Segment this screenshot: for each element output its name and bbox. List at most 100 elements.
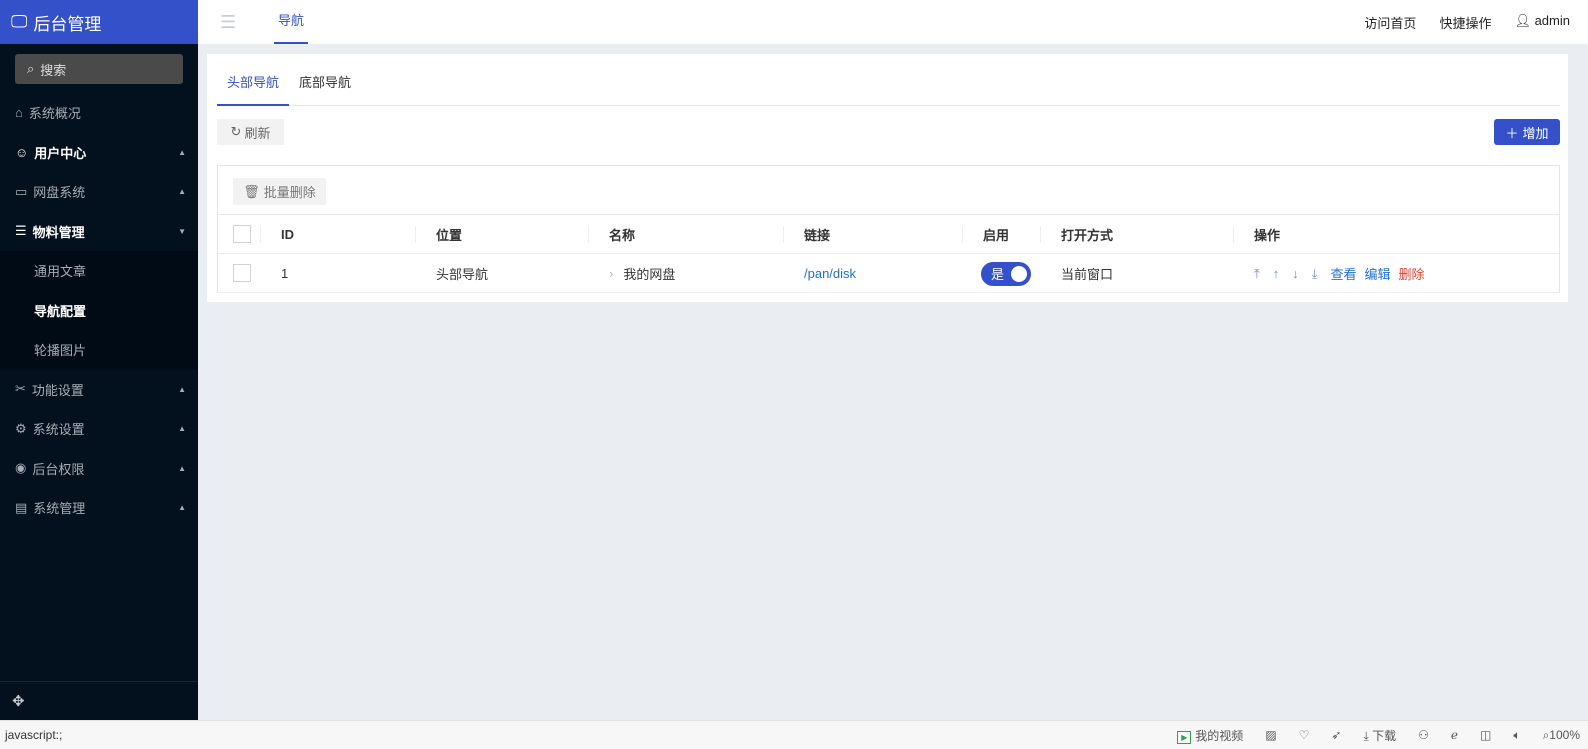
caret-up-icon: ▲ <box>178 503 186 513</box>
sidebar-item-users[interactable]: ☺ 用户中心 ▲ <box>0 133 198 173</box>
caret-down-icon: ▼ <box>178 226 186 236</box>
user-icon: 👤︎ <box>1514 12 1535 28</box>
download-icon: ⤓ <box>1363 728 1373 743</box>
ie-icon[interactable]: ℯ <box>1451 728 1458 742</box>
header-position[interactable]: 位置 <box>416 215 462 254</box>
sidebar-item-settings[interactable]: ⚙ 系统设置 ▲ <box>0 409 198 449</box>
tab-header-nav[interactable]: 头部导航 <box>217 66 290 106</box>
header-id[interactable]: ID <box>261 215 294 254</box>
image-icon[interactable]: ▨ <box>1265 728 1276 742</box>
tab-footer-nav[interactable]: 底部导航 <box>289 66 361 106</box>
header-link[interactable]: 链接 <box>784 215 830 254</box>
row-checkbox[interactable] <box>233 264 251 282</box>
users-icon: ☺ <box>15 144 29 160</box>
quick-actions-link[interactable]: 快捷操作 <box>1439 13 1491 32</box>
monitor-icon: 🖵 <box>11 12 28 31</box>
label: 物料管理 <box>32 224 85 240</box>
caret-up-icon: ▲ <box>178 147 186 157</box>
status-url: javascript:; <box>5 728 63 742</box>
sidebar-item-materials[interactable]: ☰ 物料管理 ▼ <box>0 212 198 252</box>
plus-icon: ＋ <box>1505 125 1519 141</box>
cell-position: 头部导航 <box>436 267 489 282</box>
table-header: ID 位置 名称 链接 启用 打开方式 操作 <box>218 215 1559 254</box>
move-up-icon[interactable]: ↑ <box>1273 266 1280 281</box>
cell-id: 1 <box>281 266 289 281</box>
move-bottom-icon[interactable]: ⤓ <box>1312 266 1318 282</box>
sidebar-item-features[interactable]: ✂ 功能设置 ▲ <box>0 370 198 410</box>
caret-up-icon: ▲ <box>178 463 186 473</box>
table-row: 1 头部导航 › 我的网盘 /pan/disk 是 当前窗口 ⤒ ↑ ↓ ⤓ 查看… <box>218 254 1559 293</box>
header-open-mode[interactable]: 打开方式 <box>1041 215 1113 254</box>
header-enabled[interactable]: 启用 <box>963 215 1009 254</box>
refresh-button[interactable]: ↻ 刷新 <box>217 119 284 145</box>
label: 我的视频 <box>1195 728 1244 743</box>
caret-up-icon: ▲ <box>178 187 186 197</box>
header-name[interactable]: 名称 <box>589 215 635 254</box>
label: 轮播图片 <box>34 343 87 359</box>
select-all-checkbox[interactable] <box>233 225 251 243</box>
label: 刷新 <box>244 125 271 141</box>
batch-delete-button[interactable]: 🗑︎ 批量删除 <box>233 178 326 205</box>
move-top-icon[interactable]: ⤒ <box>1254 266 1260 282</box>
search-input[interactable]: ⌕ 搜索 <box>15 54 183 84</box>
sidebar-subitem-carousel[interactable]: 轮播图片 <box>0 330 198 370</box>
app-logo[interactable]: 🖵 后台管理 <box>0 0 198 44</box>
header-actions: 操作 <box>1254 228 1281 243</box>
label: 下载 <box>1372 728 1397 743</box>
label: 功能设置 <box>31 382 84 398</box>
user-menu[interactable]: 👤︎ admin <box>1514 13 1570 32</box>
delete-button[interactable]: 删除 <box>1399 264 1425 283</box>
nav-table: 🗑︎ 批量删除 ID 位置 名称 链接 启用 打开方式 操作 1 头部导航 › 我的… <box>217 165 1560 293</box>
sidebar-subitem-nav-config[interactable]: 导航配置 <box>0 291 198 331</box>
heart-icon[interactable]: ♡ <box>1299 728 1310 742</box>
label: 用户中心 <box>34 145 87 161</box>
caret-up-icon: ▲ <box>178 424 186 434</box>
glasses-icon[interactable]: ⚇ <box>1418 728 1429 742</box>
enabled-toggle[interactable]: 是 <box>981 261 1031 286</box>
menu-toggle-icon[interactable]: ☰ <box>220 12 238 33</box>
chevron-right-icon[interactable]: › <box>609 266 613 281</box>
search-icon: ⌕ <box>27 61 35 76</box>
my-video-button[interactable]: ▶ 我的视频 <box>1177 727 1243 744</box>
move-icon[interactable]: ✥ <box>0 681 198 720</box>
content-card: 头部导航 底部导航 ↻ 刷新 ＋增加 🗑︎ 批量删除 ID 位置 名称 链接 启用 … <box>207 54 1568 302</box>
sidebar-subitem-articles[interactable]: 通用文章 <box>0 251 198 291</box>
visit-home-link[interactable]: 访问首页 <box>1364 13 1416 32</box>
play-icon: ▶ <box>1177 730 1192 744</box>
username: admin <box>1534 12 1570 28</box>
label: 后台权限 <box>32 461 85 477</box>
refresh-icon: ↻ <box>230 124 242 139</box>
label: 系统管理 <box>33 501 86 517</box>
cell-link[interactable]: /pan/disk <box>784 254 856 293</box>
sidebar-item-system[interactable]: ▤ 系统管理 ▲ <box>0 488 198 528</box>
label: 100% <box>1549 727 1580 742</box>
sidebar-item-disk[interactable]: ▭ 网盘系统 ▲ <box>0 172 198 212</box>
name-text: 我的网盘 <box>623 267 676 282</box>
user-circle-icon: ◉ <box>15 460 27 476</box>
cell-name: › 我的网盘 <box>589 254 675 293</box>
top-bar: ☰ 导航 访问首页 快捷操作 👤︎ admin <box>198 0 1588 44</box>
move-down-icon[interactable]: ↓ <box>1292 266 1299 281</box>
list-icon: ☰ <box>15 223 27 239</box>
cell-open-mode: 当前窗口 <box>1061 267 1114 282</box>
edit-button[interactable]: 编辑 <box>1365 264 1391 283</box>
caret-up-icon: ▲ <box>178 384 186 394</box>
sidebar-item-permissions[interactable]: ◉ 后台权限 ▲ <box>0 449 198 489</box>
download-button[interactable]: ⤓ 下载 <box>1363 727 1396 744</box>
label: 系统概况 <box>28 106 81 122</box>
folder-icon: ▭ <box>15 183 28 199</box>
app-title: 后台管理 <box>33 14 102 34</box>
sidebar-item-overview[interactable]: ⌂ 系统概况 <box>0 93 198 133</box>
home-icon: ⌂ <box>15 105 23 121</box>
label: 导航配置 <box>34 303 87 319</box>
add-button[interactable]: ＋增加 <box>1494 119 1560 145</box>
view-button[interactable]: 查看 <box>1331 264 1357 283</box>
gear-icon: ⚙ <box>15 420 27 436</box>
browser-status-bar: javascript:; ▶ 我的视频 ▨ ♡ ➶ ⤓ 下载 ⚇ ℯ ◫ 🔈︎ ⌕… <box>0 720 1588 749</box>
dashboard-icon: ▤ <box>15 499 28 515</box>
zoom-control[interactable]: ⌕100% <box>1543 728 1580 743</box>
tab-nav[interactable]: 导航 <box>274 0 309 44</box>
rocket-icon[interactable]: ➶ <box>1331 728 1341 742</box>
speaker-icon[interactable]: 🔈︎ <box>1513 728 1520 743</box>
window-icon[interactable]: ◫ <box>1480 728 1491 742</box>
